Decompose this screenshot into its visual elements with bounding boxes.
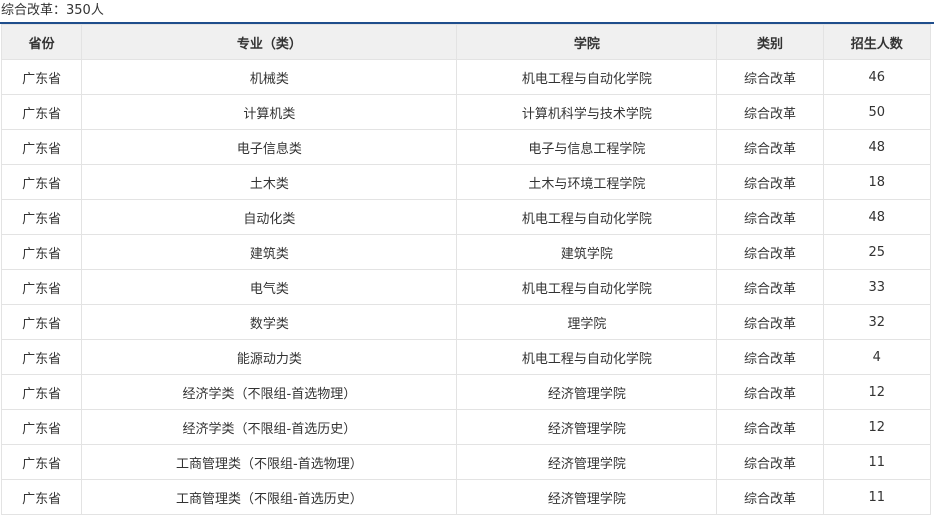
cell-major: 数学类	[81, 304, 458, 340]
cell-college: 建筑学院	[456, 234, 718, 270]
table-row: 广东省 电气类 机电工程与自动化学院 综合改革 33	[0, 269, 932, 305]
table-row: 广东省 计算机类 计算机科学与技术学院 综合改革 50	[0, 94, 932, 130]
cell-major: 电子信息类	[81, 129, 458, 165]
cell-college: 理学院	[456, 304, 718, 340]
cell-category: 综合改革	[716, 234, 824, 270]
cell-category: 综合改革	[716, 444, 824, 480]
cell-quota: 33	[822, 269, 932, 305]
cell-quota: 11	[822, 444, 932, 480]
header-college: 学院	[456, 24, 718, 60]
cell-province: 广东省	[0, 94, 83, 130]
cell-college: 机电工程与自动化学院	[456, 199, 718, 235]
table-header: 省份 专业（类） 学院 类别 招生人数	[0, 24, 932, 60]
cell-category: 综合改革	[716, 374, 824, 410]
cell-major: 经济学类（不限组-首选物理）	[81, 374, 458, 410]
cell-major: 机械类	[81, 59, 458, 95]
cell-quota: 32	[822, 304, 932, 340]
table-row: 广东省 数学类 理学院 综合改革 32	[0, 304, 932, 340]
cell-major: 工商管理类（不限组-首选历史）	[81, 479, 458, 515]
table-row: 广东省 工商管理类（不限组-首选物理） 经济管理学院 综合改革 11	[0, 444, 932, 480]
cell-quota: 18	[822, 164, 932, 200]
table-row: 广东省 自动化类 机电工程与自动化学院 综合改革 48	[0, 199, 932, 235]
table-row: 广东省 工商管理类（不限组-首选历史） 经济管理学院 综合改革 11	[0, 479, 932, 515]
cell-province: 广东省	[0, 339, 83, 375]
cell-province: 广东省	[0, 234, 83, 270]
cell-category: 综合改革	[716, 479, 824, 515]
cell-college: 土木与环境工程学院	[456, 164, 718, 200]
cell-province: 广东省	[0, 129, 83, 165]
table-row: 广东省 经济学类（不限组-首选历史） 经济管理学院 综合改革 12	[0, 409, 932, 445]
cell-college: 机电工程与自动化学院	[456, 59, 718, 95]
enrollment-table: 省份 专业（类） 学院 类别 招生人数 广东省 机械类 机电工程与自动化学院 综合改革…	[0, 24, 932, 515]
cell-quota: 12	[822, 374, 932, 410]
cell-major: 能源动力类	[81, 339, 458, 375]
cell-province: 广东省	[0, 304, 83, 340]
header-quota: 招生人数	[822, 24, 932, 60]
cell-quota: 11	[822, 479, 932, 515]
cell-category: 综合改革	[716, 129, 824, 165]
table-row: 广东省 能源动力类 机电工程与自动化学院 综合改革 4	[0, 339, 932, 375]
cell-quota: 48	[822, 129, 932, 165]
cell-province: 广东省	[0, 164, 83, 200]
cell-category: 综合改革	[716, 304, 824, 340]
cell-college: 电子与信息工程学院	[456, 129, 718, 165]
cell-college: 计算机科学与技术学院	[456, 94, 718, 130]
cell-college: 机电工程与自动化学院	[456, 339, 718, 375]
cell-college: 经济管理学院	[456, 374, 718, 410]
cell-province: 广东省	[0, 409, 83, 445]
cell-major: 计算机类	[81, 94, 458, 130]
cell-category: 综合改革	[716, 199, 824, 235]
cell-major: 自动化类	[81, 199, 458, 235]
header-province: 省份	[0, 24, 83, 60]
cell-college: 经济管理学院	[456, 479, 718, 515]
cell-quota: 50	[822, 94, 932, 130]
cell-province: 广东省	[0, 444, 83, 480]
cell-province: 广东省	[0, 269, 83, 305]
cell-province: 广东省	[0, 374, 83, 410]
table-row: 广东省 经济学类（不限组-首选物理） 经济管理学院 综合改革 12	[0, 374, 932, 410]
cell-category: 综合改革	[716, 94, 824, 130]
cell-major: 电气类	[81, 269, 458, 305]
cell-province: 广东省	[0, 479, 83, 515]
header-major: 专业（类）	[81, 24, 458, 60]
cell-college: 经济管理学院	[456, 444, 718, 480]
cell-major: 土木类	[81, 164, 458, 200]
cell-category: 综合改革	[716, 269, 824, 305]
table-row: 广东省 土木类 土木与环境工程学院 综合改革 18	[0, 164, 932, 200]
enrollment-summary: 综合改革：350人	[0, 0, 934, 24]
table-row: 广东省 机械类 机电工程与自动化学院 综合改革 46	[0, 59, 932, 95]
table-row: 广东省 建筑类 建筑学院 综合改革 25	[0, 234, 932, 270]
header-category: 类别	[716, 24, 824, 60]
cell-category: 综合改革	[716, 409, 824, 445]
cell-major: 工商管理类（不限组-首选物理）	[81, 444, 458, 480]
table-row: 广东省 电子信息类 电子与信息工程学院 综合改革 48	[0, 129, 932, 165]
cell-quota: 48	[822, 199, 932, 235]
cell-college: 机电工程与自动化学院	[456, 269, 718, 305]
header-row: 省份 专业（类） 学院 类别 招生人数	[0, 24, 932, 60]
cell-college: 经济管理学院	[456, 409, 718, 445]
cell-major: 经济学类（不限组-首选历史）	[81, 409, 458, 445]
cell-quota: 4	[822, 339, 932, 375]
cell-quota: 25	[822, 234, 932, 270]
cell-category: 综合改革	[716, 164, 824, 200]
cell-category: 综合改革	[716, 339, 824, 375]
cell-province: 广东省	[0, 59, 83, 95]
cell-quota: 12	[822, 409, 932, 445]
cell-province: 广东省	[0, 199, 83, 235]
cell-quota: 46	[822, 59, 932, 95]
cell-major: 建筑类	[81, 234, 458, 270]
cell-category: 综合改革	[716, 59, 824, 95]
table-body: 广东省 机械类 机电工程与自动化学院 综合改革 46 广东省 计算机类 计算机科学与技术学院综…	[0, 59, 932, 515]
